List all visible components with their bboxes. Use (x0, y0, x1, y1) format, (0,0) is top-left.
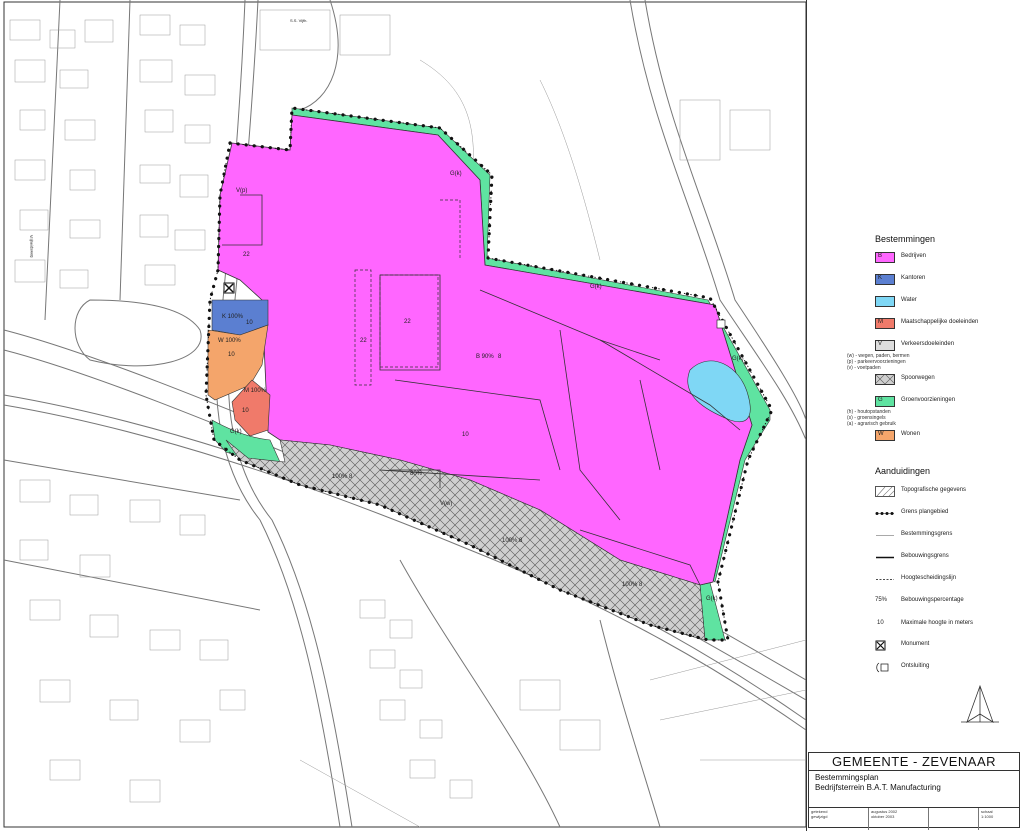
swatch-groen: G (875, 396, 895, 407)
label-w-height: 10 (228, 352, 235, 358)
legend-v-sub-2: (v) - voetpaden (847, 365, 881, 371)
swatch-spoorwegen (875, 374, 895, 385)
label-m-height: 10 (242, 408, 249, 414)
dashed-line-icon (876, 579, 894, 580)
legend-symbol-grens: Grens plangebied (875, 508, 1024, 520)
legend-symbol-monument: Monument (875, 640, 1024, 652)
label-vp: V(p) (236, 188, 247, 194)
swatch-water (875, 296, 895, 307)
legend-item-bedrijven: B Bedrijven (875, 252, 1024, 264)
label-w100: W 100% (218, 338, 241, 344)
label-rail-100-3: 100% 8 (622, 582, 643, 588)
legend-bestemmingen-title: Bestemmingen (875, 234, 936, 244)
meta-scale-value: 1:1000 (981, 814, 994, 819)
label-rail-vw: V(w) (440, 501, 452, 507)
label-rail-100-2: 100% 8 (502, 538, 523, 544)
legend-item-wonen: W Wonen (875, 430, 1024, 442)
thick-line-icon (876, 556, 894, 559)
hatched-box-icon (875, 486, 895, 497)
label-m100: M 100% (244, 388, 267, 394)
label-k100: K 100% (222, 314, 244, 320)
plan-name: Bedrijfsterrein B.A.T. Manufacturing (815, 783, 941, 792)
legend-symbol-percentage: 75% Bebouwingspercentage (875, 596, 1024, 608)
legend-panel: Bestemmingen B Bedrijven K Kantoren Wate… (806, 0, 1024, 831)
access-icon (876, 662, 889, 673)
legend-item-groen: G Groenvoorzieningen (875, 396, 1024, 408)
north-arrow-icon (961, 684, 999, 723)
monument-icon (223, 282, 235, 294)
meta-gewijzigd-label: gewijzigd (811, 814, 828, 819)
access-icon (716, 319, 726, 329)
legend-g-sub-2: (a) - agrarisch gebruik (847, 421, 896, 427)
label-h10-center: 10 (462, 432, 469, 438)
swatch-kantoren: K (875, 274, 895, 285)
legend-item-maatschappelijk: M Maatschappelijke doeleinden (875, 318, 1024, 330)
plan-type: Bestemmingsplan (815, 773, 879, 782)
label-gk-far-right: G(k) (732, 356, 744, 362)
legend-symbol-ontsluiting: Ontsluiting (875, 662, 1024, 674)
label-gk-bottom-right: G(k) (706, 596, 718, 602)
municipality-title: GEMEENTE - ZEVENAAR (809, 753, 1019, 771)
dotted-line-icon (875, 512, 894, 515)
meta-gewijzigd-value: oktober 2003 (871, 814, 895, 819)
legend-symbol-topografie: Topografische gegevens (875, 486, 1024, 498)
swatch-bedrijven: B (875, 252, 895, 263)
legend-symbol-bebouwingsgrens: Bebouwingsgrens (875, 552, 1024, 564)
legend-symbol-bestemmingsgrens: Bestemmingsgrens (875, 530, 1024, 542)
percentage-icon: 75% (875, 597, 888, 603)
height-icon: 10 (877, 620, 884, 626)
swatch-wonen: W (875, 430, 895, 441)
label-h22-left: 22 (243, 252, 250, 258)
thin-line-icon (876, 535, 894, 536)
label-rail-80: 80% (410, 471, 423, 477)
swatch-verkeer: V (875, 340, 895, 351)
label-k-height: 10 (246, 320, 253, 326)
swatch-maatschappelijk: M (875, 318, 895, 329)
title-meta: getekend gewijzigd augustus 2002 oktober… (809, 807, 1019, 830)
monument-icon (875, 640, 886, 651)
legend-item-water: Water (875, 296, 1024, 308)
legend-symbol-hoogtescheiding: Hoogtescheidingslijn (875, 574, 1024, 586)
label-gk-right: G(k) (590, 284, 602, 290)
legend-item-spoorwegen: Spoorwegen (875, 374, 1024, 386)
label-h22-mid2: 22 (404, 319, 411, 325)
title-block: GEMEENTE - ZEVENAAR Bestemmingsplan Bedr… (808, 752, 1020, 830)
label-gk-bottom-left: G(k) (230, 429, 242, 435)
legend-symbol-hoogte: 10 Maximale hoogte in meters (875, 616, 1024, 628)
legend-item-verkeer: V Verkeersdoeleinden (875, 340, 1024, 352)
label-b90: B 90% (476, 354, 494, 360)
label-rail-100-1: 100% 8 (332, 474, 353, 480)
legend-item-kantoren: K Kantoren (875, 274, 1024, 286)
label-street-ss: S.S. Vijfh. (290, 18, 308, 23)
label-h22-mid1: 22 (360, 338, 367, 344)
label-street-vri: Vrijheidsweg (29, 235, 35, 258)
legend-aanduidingen-title: Aanduidingen (875, 466, 931, 476)
label-gk-top: G(k) (450, 171, 462, 177)
